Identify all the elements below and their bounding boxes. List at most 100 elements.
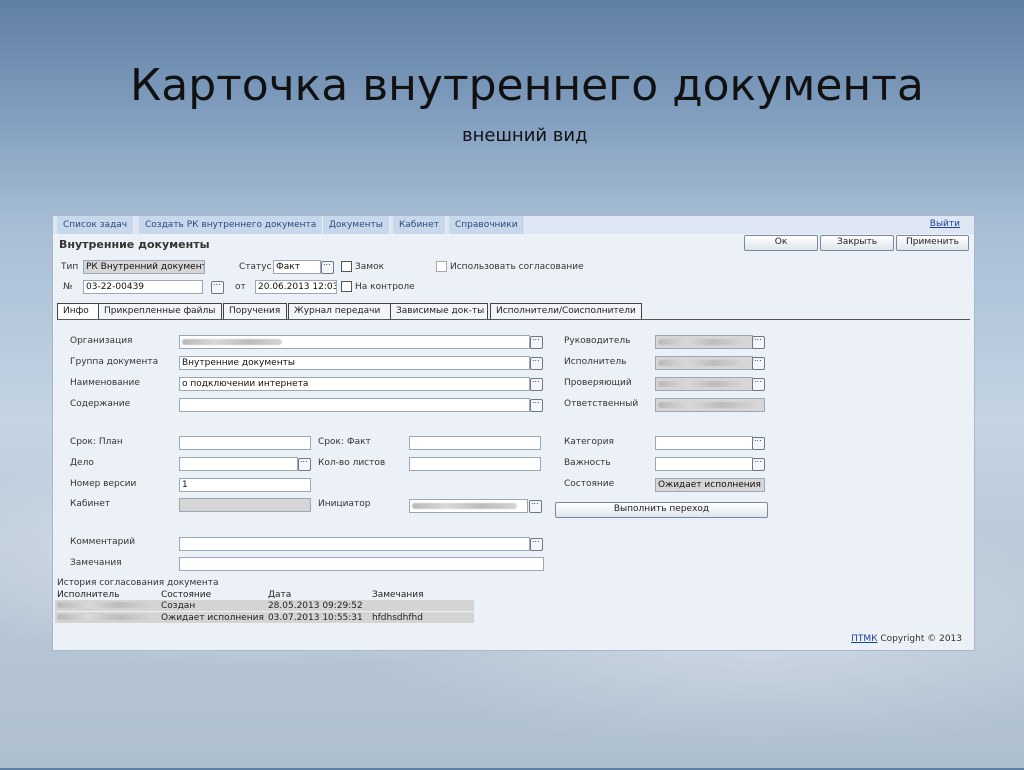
responsible-field[interactable] [655,398,765,412]
organization-field[interactable] [179,335,530,349]
tab-info[interactable]: Инфо [57,303,99,319]
checker-field[interactable] [655,377,753,391]
approval-checkbox[interactable] [436,261,447,272]
control-label: На контроле [355,282,415,292]
history-executor-cell [55,600,159,612]
category-picker-icon[interactable] [752,434,765,450]
tab-executors[interactable]: Исполнители/Соисполнители [490,303,642,319]
history-state-cell: Ожидает исполнения [161,612,264,623]
menu-documents[interactable]: Документы [323,216,390,234]
history-executor-cell [55,612,159,624]
status-picker-icon[interactable] [321,258,334,274]
execute-transition-button[interactable]: Выполнить переход [555,502,768,518]
history-col-remarks: Замечания [371,589,424,600]
number-field[interactable]: 03-22-00439 [83,280,203,294]
remarks-label: Замечания [70,558,122,568]
copyright-text: Copyright © 2013 [880,634,962,644]
executor-picker-icon[interactable] [752,354,765,370]
name-field[interactable]: о подключении интернета [179,377,530,391]
importance-label: Важность [564,458,611,468]
term-fact-label: Срок: Факт [318,437,371,447]
app-window: Список задач Создать РК внутреннего доку… [52,215,975,651]
table-row[interactable]: Ожидает исполнения 03.07.2013 10:55:31 h… [55,611,474,624]
case-field[interactable] [179,457,298,471]
tab-transfer-log[interactable]: Журнал передачи [288,303,392,319]
footer: ПТМК Copyright © 2013 [851,634,962,644]
cabinet-field[interactable] [179,498,311,512]
slide-subtitle: внешний вид [462,125,588,146]
status-label: Статус [239,262,272,272]
version-field[interactable]: 1 [179,478,311,492]
history-state-cell: Создан [161,600,196,611]
importance-picker-icon[interactable] [752,455,765,471]
content-picker-icon[interactable] [530,396,543,412]
executor-label: Исполнитель [564,357,627,367]
category-field[interactable] [655,436,753,450]
organization-picker-icon[interactable] [530,333,543,349]
version-label: Номер версии [70,479,137,489]
content-field[interactable] [179,398,530,412]
tab-dependent-docs[interactable]: Зависимые док-ты [390,303,488,319]
importance-field[interactable] [655,457,753,471]
executor-field[interactable] [655,356,753,370]
tab-assignments[interactable]: Поручения [223,303,287,319]
category-label: Категория [564,437,614,447]
comment-field[interactable] [179,537,530,551]
state-label: Состояние [564,479,615,489]
initiator-field[interactable] [409,499,528,513]
doc-group-field[interactable]: Внутренние документы [179,356,530,370]
organization-label: Организация [70,336,133,346]
head-label: Руководитель [564,336,631,346]
term-plan-label: Срок: План [70,437,123,447]
lock-checkbox[interactable] [341,261,352,272]
sheets-field[interactable] [409,457,541,471]
type-field[interactable]: РК Внутренний документ [83,260,205,274]
history-table: Исполнитель Состояние Дата Замечания Соз… [55,589,474,623]
state-field[interactable]: Ожидает исполнения [655,478,765,492]
tab-attached-files[interactable]: Прикрепленные файлы [98,303,222,319]
case-label: Дело [70,458,94,468]
approval-label: Использовать согласование [450,262,584,272]
menu-cabinet[interactable]: Кабинет [393,216,446,234]
date-field[interactable]: 20.06.2013 12:03:1 [255,280,337,294]
ptmk-link[interactable]: ПТМК [851,634,877,644]
history-date-cell: 28.05.2013 09:29:52 [267,600,363,611]
remarks-field[interactable] [179,557,544,571]
responsible-label: Ответственный [564,399,639,409]
comment-label: Комментарий [70,537,136,547]
doc-group-label: Группа документа [70,357,159,367]
status-field[interactable]: Факт [273,260,321,274]
from-label: от [235,282,246,292]
close-button[interactable]: Закрыть [820,235,894,251]
comment-picker-icon[interactable] [530,535,543,551]
head-picker-icon[interactable] [752,333,765,349]
checker-picker-icon[interactable] [752,375,765,391]
menu-directories[interactable]: Справочники [449,216,525,234]
history-title: История согласования документа [57,578,219,588]
number-label: № [63,282,73,292]
control-checkbox[interactable] [341,281,352,292]
menu-create-card[interactable]: Создать РК внутреннего документа [139,216,324,234]
exit-link[interactable]: Выйти [930,219,960,229]
cabinet-label: Кабинет [70,499,110,509]
lock-label: Замок [355,262,385,272]
initiator-label: Инициатор [318,499,371,509]
case-picker-icon[interactable] [298,455,311,471]
name-picker-icon[interactable] [530,375,543,391]
number-picker-icon[interactable] [211,278,224,294]
table-row[interactable]: Создан 28.05.2013 09:29:52 [55,600,474,612]
head-field[interactable] [655,335,753,349]
term-fact-field[interactable] [409,436,541,450]
checker-label: Проверяющий [564,378,632,388]
ok-button[interactable]: Ок [744,235,818,251]
menu-bar: Список задач Создать РК внутреннего доку… [53,216,974,234]
type-label: Тип [61,262,79,272]
term-plan-field[interactable] [179,436,311,450]
history-col-state: Состояние [161,589,212,600]
apply-button[interactable]: Применить [896,235,969,251]
history-col-executor: Исполнитель [57,589,120,600]
doc-group-picker-icon[interactable] [530,354,543,370]
menu-task-list[interactable]: Список задач [57,216,135,234]
document-title: Внутренние документы [59,238,210,251]
initiator-picker-icon[interactable] [529,497,542,513]
